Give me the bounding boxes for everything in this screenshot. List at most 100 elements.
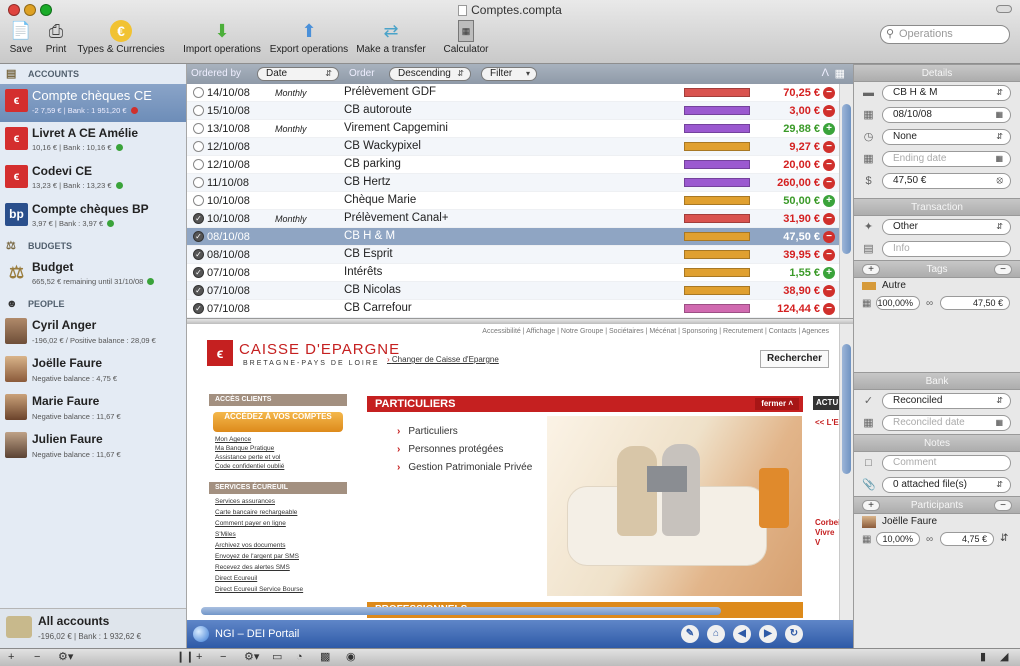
columns-icon[interactable]: ▦	[835, 67, 845, 80]
sidebar-budget[interactable]: ⚖ Budget 665,52 € remaining until 31/10/…	[0, 256, 186, 294]
plus-circle-icon[interactable]: +	[823, 267, 835, 279]
web-search-button[interactable]: Rechercher	[759, 350, 829, 368]
minus-circle-icon[interactable]: −	[823, 105, 835, 117]
actu-text[interactable]: Corbei Vivre V	[815, 518, 839, 548]
table-row[interactable]: ✓ 08/10/08 CB Esprit 39,95 € −	[187, 246, 839, 264]
web-link[interactable]: Assistance perte et vol	[215, 454, 280, 461]
web-link[interactable]: Recevez des alertes SMS	[215, 564, 290, 571]
sidebar-all-accounts[interactable]: All accounts -196,02 € | Bank : 1 932,62…	[0, 608, 186, 648]
sidebar-person-joelle-faure[interactable]: Joëlle Faure Negative balance : 4,75 €	[0, 352, 186, 390]
checked-checkbox[interactable]	[193, 159, 204, 170]
checked-checkbox[interactable]	[193, 177, 204, 188]
sidebar-account-livret-a[interactable]: ϵ Livret A CE Amélie 10,16 € | Bank : 10…	[0, 122, 186, 160]
pie-chart-icon[interactable]: ◔	[296, 651, 303, 663]
particuliers-link[interactable]: › Particuliers	[397, 426, 458, 437]
checked-checkbox[interactable]: ✓	[193, 267, 204, 278]
back-icon[interactable]: ◀	[733, 625, 751, 643]
access-accounts-button[interactable]: ACCÉDEZ À VOS COMPTES	[213, 412, 343, 432]
table-row[interactable]: 15/10/08 CB autoroute 3,00 € −	[187, 102, 839, 120]
checked-checkbox[interactable]: ✓	[193, 285, 204, 296]
table-row[interactable]: ✓ 10/10/08 Monthly Prélèvement Canal+ 31,90 …	[187, 210, 839, 228]
web-link[interactable]: Direct Ecureuil	[215, 575, 257, 582]
sidebar-person-cyril-anger[interactable]: Cyril Anger -196,02 € / Positive balance…	[0, 314, 186, 352]
edit-icon[interactable]: ✎	[681, 625, 699, 643]
web-link[interactable]: Mon Agence	[215, 436, 251, 443]
checked-checkbox[interactable]	[193, 141, 204, 152]
sidebar-person-julien-faure[interactable]: Julien Faure Negative balance : 11,67 €	[0, 428, 186, 466]
forward-icon[interactable]: ▶	[759, 625, 777, 643]
remove-tag-button[interactable]: −	[994, 264, 1012, 275]
remove-account-button[interactable]: −	[34, 651, 40, 663]
remove-participant-button[interactable]: −	[994, 500, 1012, 511]
table-row[interactable]: 12/10/08 CB Wackypixel 9,27 € −	[187, 138, 839, 156]
checked-checkbox[interactable]	[193, 87, 204, 98]
reconciled-date-input[interactable]: Reconciled date ▦	[882, 415, 1011, 431]
table-row[interactable]: ✓ 07/10/08 Intérêts 1,55 € +	[187, 264, 839, 282]
change-bank-link[interactable]: › Changer de Caisse d'Epargne	[387, 355, 499, 364]
minus-circle-icon[interactable]: −	[823, 231, 835, 243]
minus-circle-icon[interactable]: −	[823, 159, 835, 171]
minus-circle-icon[interactable]: −	[823, 285, 835, 297]
reconciled-select[interactable]: Reconciled ⇵	[882, 393, 1011, 409]
sidebar-account-codevi[interactable]: ϵ Codevi CE 13,23 € | Bank : 13,23 €	[0, 160, 186, 198]
type-select[interactable]: Other ⇵	[882, 219, 1011, 235]
web-vertical-scrollbar[interactable]	[839, 324, 853, 620]
table-row[interactable]: 11/10/08 CB Hertz 260,00 € −	[187, 174, 839, 192]
minus-circle-icon[interactable]: ⦻	[996, 174, 1003, 188]
comment-input[interactable]: Comment	[882, 455, 1011, 471]
participant-percent-input[interactable]: 10,00%	[876, 532, 920, 546]
personnes-protegees-link[interactable]: › Personnes protégées	[397, 444, 503, 455]
minus-circle-icon[interactable]: −	[823, 213, 835, 225]
minus-circle-icon[interactable]: −	[823, 249, 835, 261]
types-currencies-button[interactable]: € Types & Currencies	[76, 20, 166, 55]
attachments-select[interactable]: 0 attached file(s) ⇵	[882, 477, 1011, 493]
scroll-thumb[interactable]	[842, 344, 851, 474]
print-button[interactable]: ⎙ Print	[42, 20, 70, 55]
add-account-button[interactable]: +	[8, 651, 14, 663]
web-link[interactable]: Direct Ecureuil Service Bourse	[215, 586, 303, 593]
web-top-nav[interactable]: Accessibilité | Affichage | Notre Groupe…	[482, 328, 829, 335]
minus-circle-icon[interactable]: −	[823, 141, 835, 153]
filter-select[interactable]: Filter ▾	[481, 67, 537, 81]
tag-row[interactable]: Autre	[854, 278, 1020, 294]
table-row[interactable]: 13/10/08 Monthly Virement Capgemini 29,88 €…	[187, 120, 839, 138]
web-link[interactable]: Comment payer en ligne	[215, 520, 286, 527]
add-operation-button[interactable]: +	[196, 651, 202, 663]
web-link[interactable]: Carte bancaire rechargeable	[215, 509, 297, 516]
remove-operation-button[interactable]: −	[220, 651, 226, 663]
info-panel-toggle-icon[interactable]: ▮	[980, 651, 986, 663]
info-input[interactable]: Info	[882, 241, 1011, 257]
table-row[interactable]: ✓ 07/10/08 CB Carrefour 124,44 € −	[187, 300, 839, 318]
fermer-button[interactable]: fermer ˄	[755, 398, 799, 410]
checked-checkbox[interactable]: ✓	[193, 303, 204, 314]
table-row[interactable]: 14/10/08 Monthly Prélèvement GDF 70,25 € −	[187, 84, 839, 102]
sidebar-toggle-icon[interactable]: ❙❙	[176, 651, 194, 663]
sort-toggle-icon[interactable]: Λ	[822, 67, 829, 79]
import-operations-button[interactable]: ⬇ Import operations	[180, 20, 264, 55]
plus-circle-icon[interactable]: +	[823, 195, 835, 207]
tag-percent-input[interactable]: 100,00%	[876, 296, 920, 310]
web-link[interactable]: Services assurances	[215, 498, 275, 505]
amount-input[interactable]: 47,50 € ⦻	[882, 173, 1011, 189]
add-tag-button[interactable]: +	[862, 264, 880, 275]
web-link[interactable]: S'Miles	[215, 531, 236, 538]
toolbar-toggle-button[interactable]	[996, 5, 1012, 13]
gestion-patrimoniale-link[interactable]: › Gestion Patrimoniale Privée	[397, 462, 532, 473]
home-icon[interactable]: ⌂	[707, 625, 725, 643]
export-operations-button[interactable]: ⬆ Export operations	[267, 20, 351, 55]
table-row[interactable]: ✓ 08/10/08 CB H & M 47,50 € −	[187, 228, 839, 246]
web-link[interactable]: Code confidentiel oublié	[215, 463, 284, 470]
reload-icon[interactable]: ↻	[785, 625, 803, 643]
table-row[interactable]: 12/10/08 CB parking 20,00 € −	[187, 156, 839, 174]
minus-circle-icon[interactable]: −	[823, 177, 835, 189]
actu-text[interactable]: << L'E	[815, 418, 839, 427]
bar-chart-icon[interactable]: ▩	[320, 651, 330, 663]
web-link[interactable]: Archivez vos documents	[215, 542, 285, 549]
resize-grip-icon[interactable]: ◢	[1000, 651, 1008, 663]
order-by-select[interactable]: Date ⇵	[257, 67, 339, 81]
make-transfer-button[interactable]: ⇄ Make a transfer	[353, 20, 429, 55]
checked-checkbox[interactable]	[193, 105, 204, 116]
participant-amount-input[interactable]: 4,75 €	[940, 532, 994, 546]
view-toggle-icon[interactable]: ▭	[272, 651, 282, 663]
save-button[interactable]: 📄 Save	[8, 20, 34, 55]
